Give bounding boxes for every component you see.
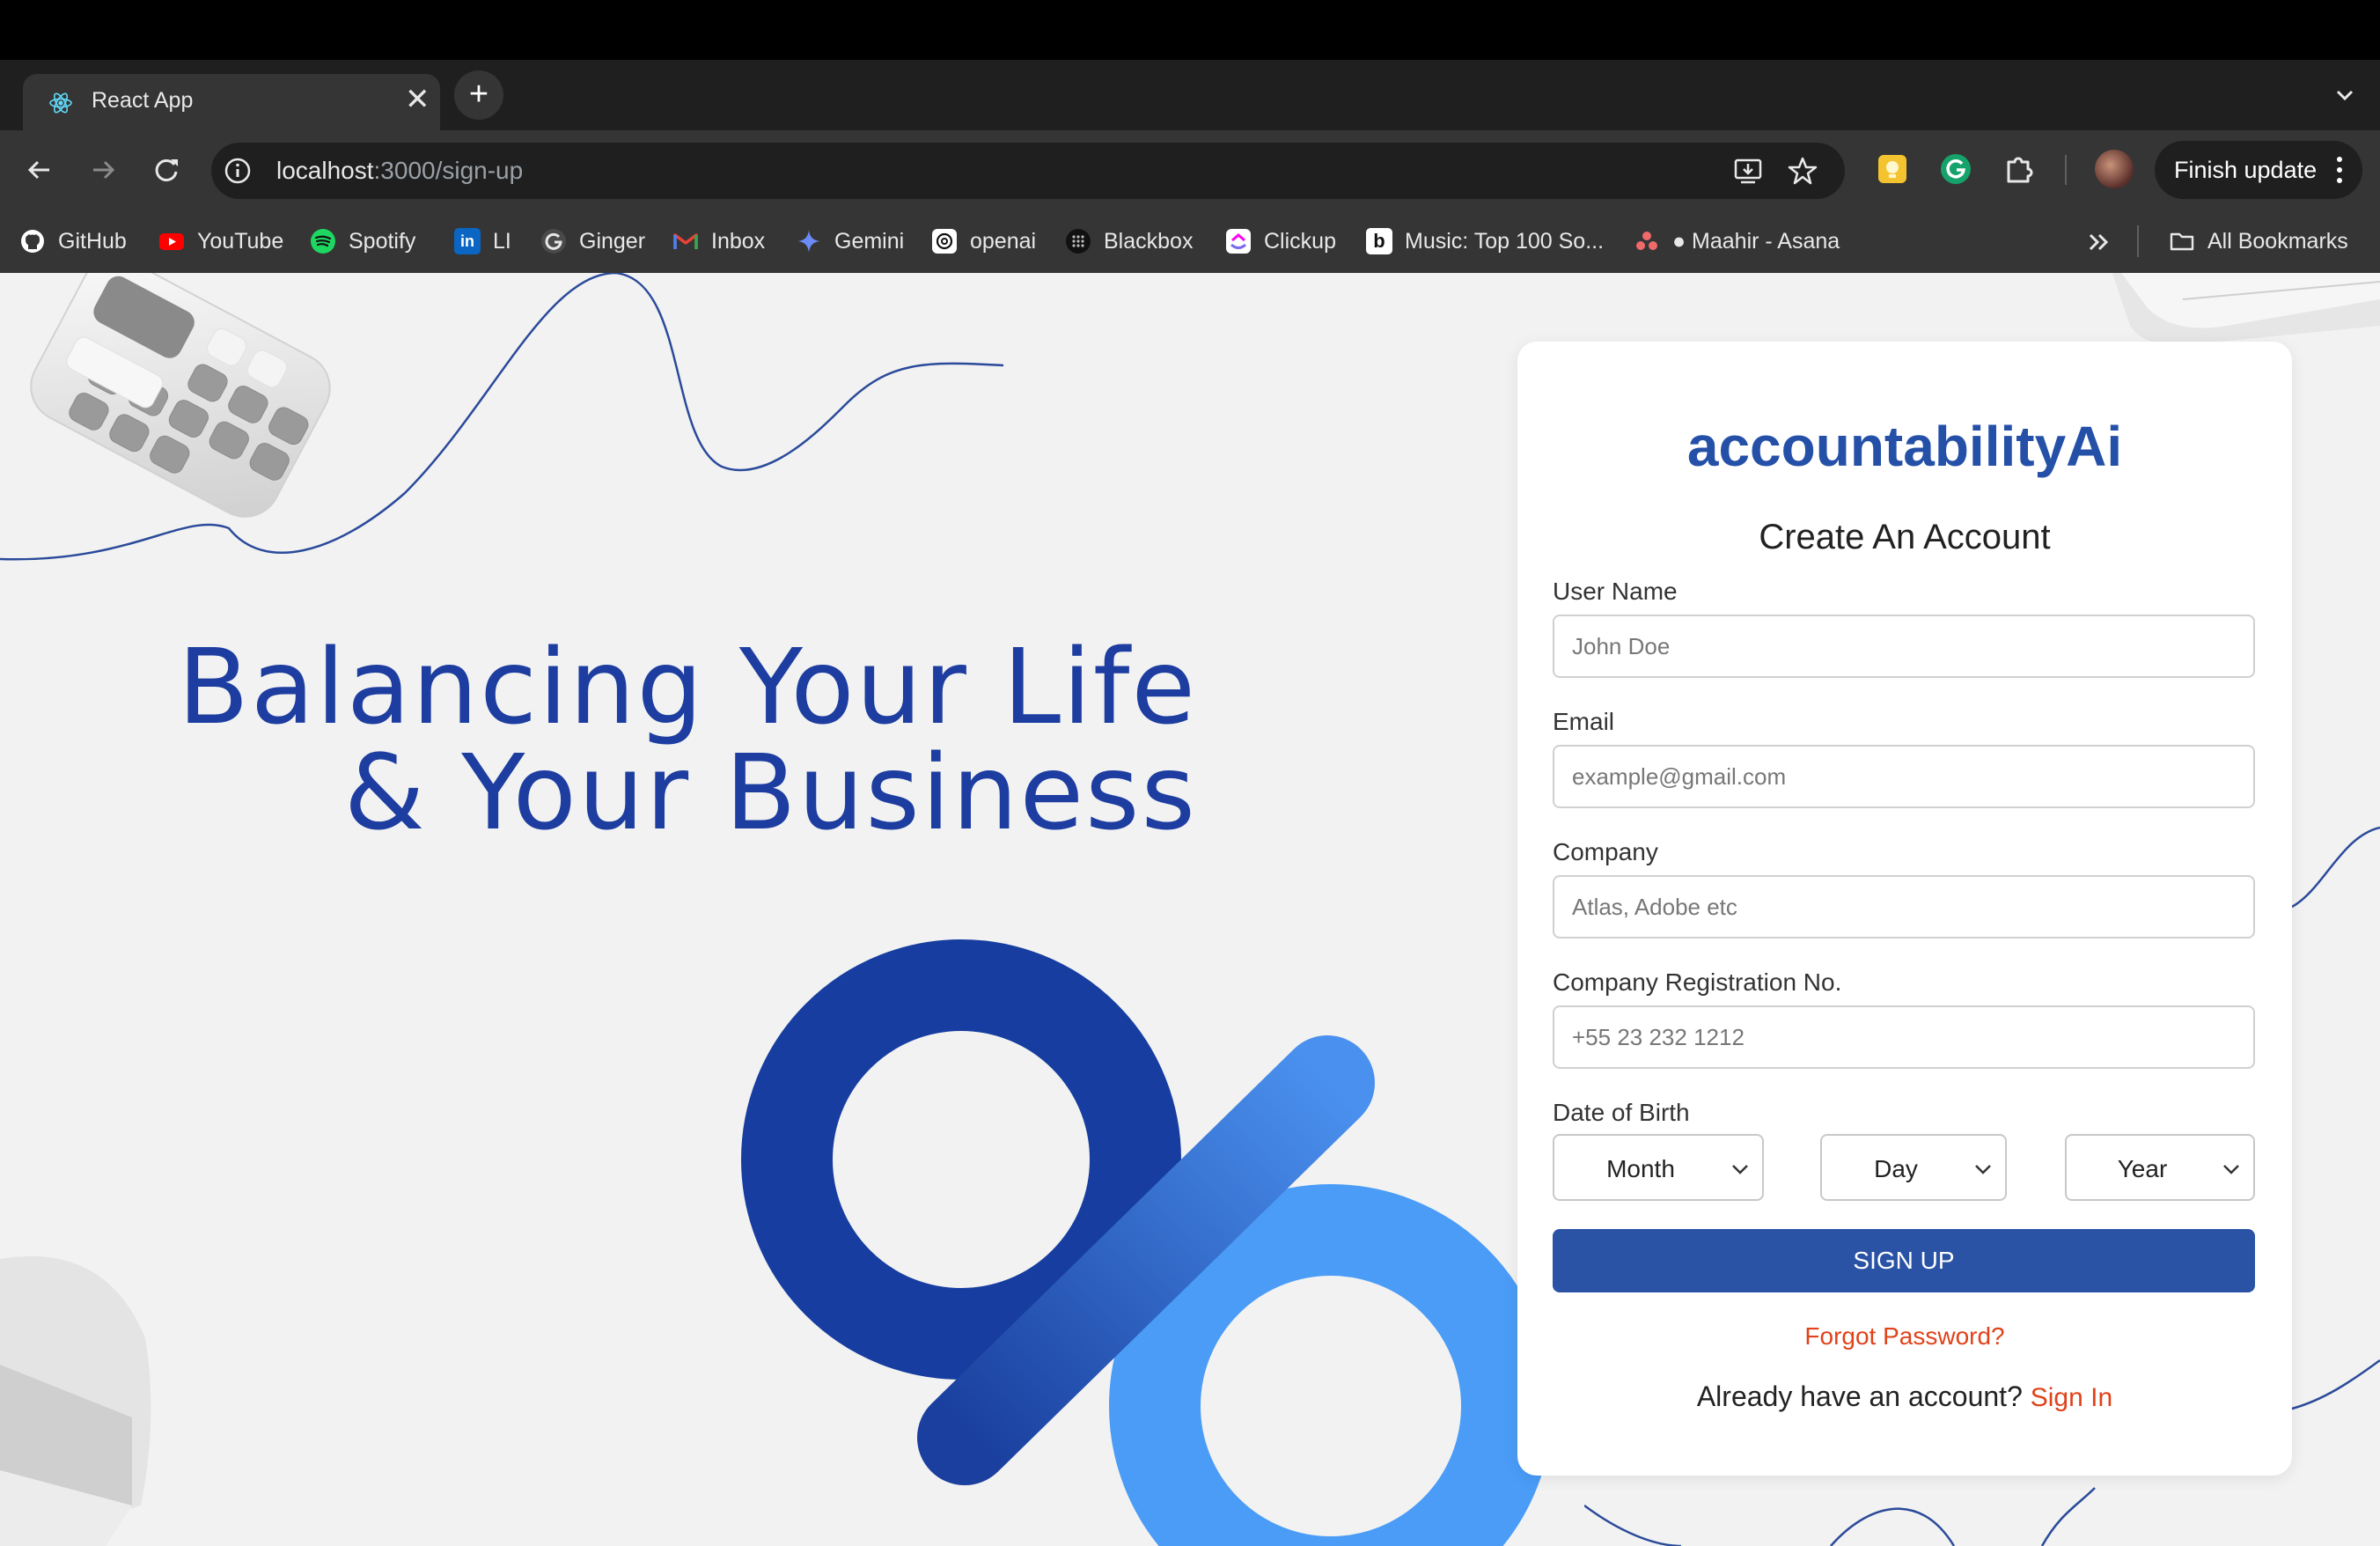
bookmark-youtube[interactable]: YouTube: [158, 227, 283, 255]
bookmark-ginger[interactable]: Ginger: [540, 227, 645, 255]
bookmarks-bar: GitHub YouTube Spotify in LI Ginger Inbo…: [0, 210, 2380, 274]
tab-title: React App: [92, 88, 194, 113]
clickup-icon: [1226, 229, 1251, 254]
dob-year-select[interactable]: Year: [2065, 1134, 2255, 1201]
signin-prompt: Already have an account? Sign In: [1696, 1380, 2113, 1412]
profile-avatar[interactable]: [2095, 150, 2134, 188]
asana-icon: [1636, 232, 1657, 250]
github-icon: [21, 230, 44, 253]
registration-number-input[interactable]: [1553, 1005, 2255, 1069]
bookmark-github[interactable]: GitHub: [19, 227, 127, 255]
bookmark-linkedin[interactable]: in LI: [454, 227, 511, 255]
youtube-icon: [159, 233, 184, 250]
finish-update-button[interactable]: Finish update: [2155, 141, 2362, 199]
signup-page: Balancing Your Life & Your Business acco…: [0, 273, 2380, 1546]
bookmark-clickup[interactable]: Clickup: [1225, 227, 1336, 255]
linkedin-icon: in: [454, 228, 481, 254]
kebab-menu-icon: [2337, 157, 2342, 183]
bookmark-blackbox[interactable]: Blackbox: [1065, 227, 1193, 255]
bookmark-spotify[interactable]: Spotify: [310, 227, 415, 255]
forward-arrow-icon[interactable]: [83, 150, 123, 190]
gemini-icon: [797, 230, 820, 253]
os-menu-bar: [0, 0, 2380, 60]
url-text: localhost:3000/sign-up: [276, 157, 524, 184]
sign-in-link[interactable]: Sign In: [2031, 1383, 2112, 1412]
new-tab-button[interactable]: +: [454, 70, 503, 120]
browser-tab[interactable]: React App ✕: [23, 74, 440, 130]
bookmark-asana[interactable]: ● Maahir - Asana: [1634, 227, 1840, 255]
toolbar-divider: [2065, 155, 2067, 185]
chevron-down-icon: [1975, 1165, 1991, 1174]
close-tab-icon[interactable]: ✕: [405, 85, 430, 114]
calculator-illustration: [30, 273, 331, 518]
forgot-password-link[interactable]: Forgot Password?: [1517, 1322, 2292, 1351]
sign-up-button[interactable]: SIGN UP: [1553, 1229, 2255, 1292]
dob-day-select[interactable]: Day: [1820, 1134, 2007, 1201]
music-b-icon: b: [1366, 228, 1392, 254]
spotify-icon: [311, 229, 335, 254]
all-bookmarks[interactable]: All Bookmarks: [2169, 227, 2348, 255]
bookmarks-divider: [2137, 225, 2139, 257]
dob-month-select[interactable]: Month: [1553, 1134, 1764, 1201]
install-app-icon[interactable]: [1732, 155, 1764, 187]
username-label: User Name: [1553, 578, 1678, 605]
chevron-down-icon[interactable]: [2327, 77, 2362, 113]
chevron-down-icon: [2223, 1165, 2239, 1174]
gmail-icon: [673, 233, 698, 249]
company-label: Company: [1553, 838, 1658, 865]
folder-icon: [2170, 232, 2194, 251]
hero-headline: Balancing Your Life & Your Business: [177, 626, 1197, 853]
address-bar[interactable]: localhost:3000/sign-up: [211, 143, 1845, 199]
bookmark-openai[interactable]: openai: [931, 227, 1036, 255]
bookmark-gemini[interactable]: Gemini: [796, 227, 904, 255]
brand-logo-text: accountabilityAi: [1686, 415, 2123, 478]
more-bookmarks-icon[interactable]: [2086, 231, 2112, 254]
registration-number-label: Company Registration No.: [1553, 968, 1842, 996]
bookmark-inbox[interactable]: Inbox: [672, 227, 765, 255]
signup-card: accountabilityAi Create An Account User …: [1517, 342, 2292, 1476]
back-arrow-icon[interactable]: [19, 150, 60, 190]
ginger-icon: [541, 229, 566, 254]
form-title: Create An Account: [1759, 518, 2051, 556]
keep-extension-icon[interactable]: [1875, 151, 1910, 187]
infinity-logo-graphic: [741, 939, 1553, 1546]
browser-toolbar: localhost:3000/sign-up Finish update: [0, 130, 2380, 210]
email-input[interactable]: [1553, 745, 2255, 808]
extensions-puzzle-icon[interactable]: [2002, 151, 2037, 187]
bookmark-music[interactable]: b Music: Top 100 So...: [1366, 227, 1604, 255]
email-label: Email: [1553, 708, 1615, 735]
bookmark-star-icon[interactable]: [1787, 155, 1818, 187]
date-of-birth-label: Date of Birth: [1553, 1099, 1690, 1126]
pie-illustration: [0, 1255, 151, 1546]
react-icon: [49, 92, 72, 114]
blackbox-icon: [1066, 229, 1091, 254]
grammarly-icon[interactable]: [1938, 151, 1973, 187]
chevron-down-icon: [1732, 1165, 1748, 1174]
username-input[interactable]: [1553, 615, 2255, 678]
openai-icon: [932, 229, 957, 254]
site-info-icon[interactable]: [224, 157, 252, 185]
company-input[interactable]: [1553, 875, 2255, 939]
reload-icon[interactable]: [146, 150, 187, 190]
